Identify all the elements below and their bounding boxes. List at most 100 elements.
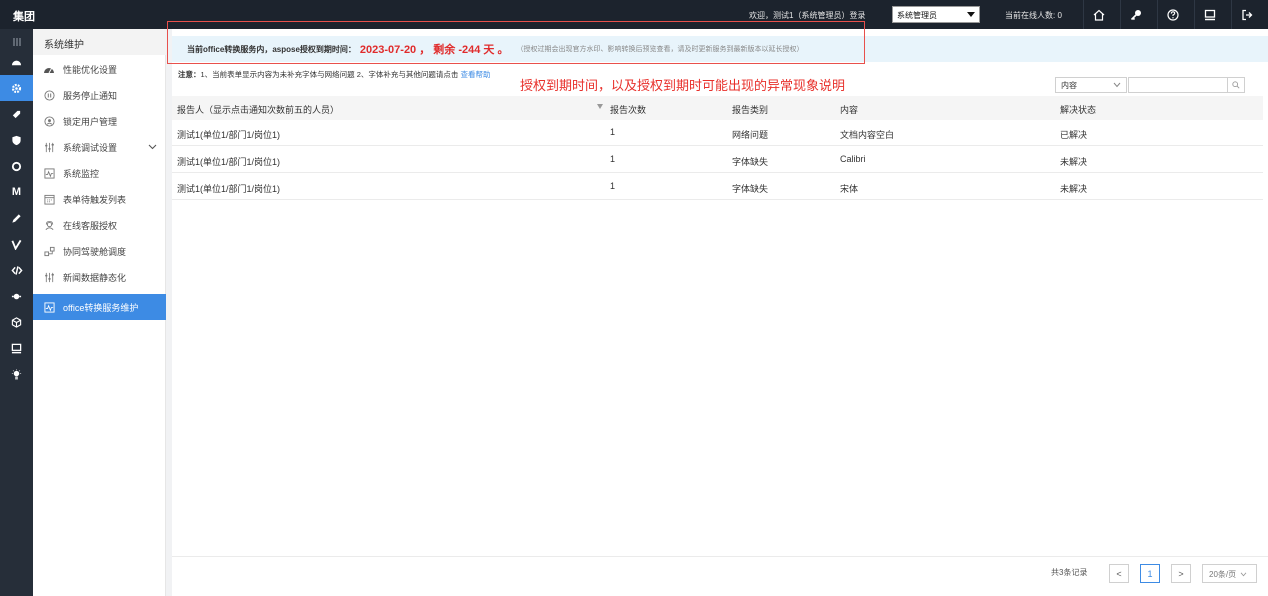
rail-check[interactable] <box>0 231 33 257</box>
page-1-button[interactable]: 1 <box>1140 564 1160 583</box>
sidebar-item-debug-settings[interactable]: 系统调试设置 <box>33 134 166 160</box>
sidebar-item-locked-users[interactable]: 锁定用户管理 <box>33 108 166 134</box>
rail-code[interactable] <box>0 257 33 283</box>
rail-tag[interactable] <box>0 101 33 127</box>
sidebar-item-news-static[interactable]: 新闻数据静态化 <box>33 264 166 290</box>
rail-plug[interactable] <box>0 283 33 309</box>
sliders-icon <box>43 271 55 283</box>
sidebar-item-label: 表单待触发列表 <box>63 194 127 205</box>
cell-content: 文档内容空白 <box>840 130 895 140</box>
sidebar-item-label: 服务停止通知 <box>63 90 118 101</box>
rail-m[interactable]: M <box>0 179 33 205</box>
cube-icon <box>11 316 22 328</box>
cell-count: 1 <box>610 181 616 191</box>
header-status[interactable]: 解决状态 <box>1060 103 1096 116</box>
monitor-button[interactable] <box>1194 0 1224 29</box>
check-icon <box>11 239 22 250</box>
pagination: 共3条记录 < 1 > 20条/页 <box>172 556 1268 596</box>
search-input[interactable] <box>1128 77 1245 93</box>
rail-edit[interactable] <box>0 205 33 231</box>
rail-cube[interactable] <box>0 309 33 335</box>
sidebar-item-label: 协同驾驶舱调度 <box>63 246 127 257</box>
sidebar-item-cockpit-schedule[interactable]: 协同驾驶舱调度 <box>33 238 166 264</box>
sidebar-item-label: 锁定用户管理 <box>63 116 118 127</box>
table-header: 报告人（显示点击通知次数前五的人员） 报告次数 报告类别 内容 解决状态 <box>172 96 1263 120</box>
rail-bulb[interactable] <box>0 361 33 387</box>
gauge-icon <box>43 63 55 75</box>
chevron-down-icon <box>148 142 157 152</box>
tag-icon <box>12 110 21 118</box>
page-size-select[interactable]: 20条/页 <box>1202 564 1257 583</box>
sidebar-item-monitoring[interactable]: 系统监控 <box>33 160 166 186</box>
brand-title: 集团 <box>13 11 35 23</box>
total-records: 共3条记录 <box>1051 568 1088 577</box>
prev-page-button[interactable]: < <box>1109 564 1129 583</box>
rail-system[interactable] <box>0 75 33 101</box>
key-button[interactable] <box>1120 0 1150 29</box>
sidebar-item-form-trigger-list[interactable]: 表单待触发列表 <box>33 186 166 212</box>
bulb-icon <box>11 368 22 379</box>
sidebar-item-service-stop[interactable]: 服务停止通知 <box>33 82 166 108</box>
pulse-icon <box>43 301 55 313</box>
cell-status: 未解决 <box>1060 184 1088 194</box>
header-reporter[interactable]: 报告人（显示点击通知次数前五的人员） <box>177 103 339 116</box>
monitor-icon <box>11 343 22 353</box>
shield-icon <box>12 135 21 145</box>
sidebar-item-label: 性能优化设置 <box>63 64 118 75</box>
logout-button[interactable] <box>1231 0 1261 29</box>
search-button[interactable] <box>1227 78 1244 92</box>
support-icon <box>43 219 55 231</box>
cell-reporter: 测试1(单位1/部门1/岗位1) <box>177 157 281 167</box>
dashboard-icon <box>11 60 22 65</box>
header-content[interactable]: 内容 <box>840 103 858 116</box>
header-report-type[interactable]: 报告类别 <box>732 103 768 116</box>
caret-down-icon <box>967 12 975 17</box>
logout-icon <box>1241 9 1252 20</box>
home-button[interactable] <box>1083 0 1113 29</box>
sidebar-item-label: 系统调试设置 <box>63 142 118 153</box>
role-select[interactable]: 系统管理员 <box>892 6 980 23</box>
help-icon <box>1166 8 1179 21</box>
page-size-value: 20条/页 <box>1209 570 1237 579</box>
user-lock-icon <box>43 115 55 127</box>
cell-type: 网络问题 <box>732 130 769 140</box>
notice: 注意：1、当前表单显示内容为未补充字体与网络问题 2、字体补充与其他问题请点击 … <box>178 69 491 80</box>
cell-reporter: 测试1(单位1/部门1/岗位1) <box>177 130 281 140</box>
help-link[interactable]: 查看帮助 <box>461 70 491 79</box>
rail-monitor[interactable] <box>0 335 33 361</box>
m-icon: M <box>11 186 22 198</box>
sidebar-item-performance[interactable]: 性能优化设置 <box>33 56 166 82</box>
plug-icon <box>11 293 22 299</box>
search-icon <box>1232 81 1240 89</box>
online-count: 当前在线人数: 0 <box>1005 11 1062 20</box>
table-row[interactable]: 测试1(单位1/部门1/岗位1) 1 字体缺失 Calibri 未解决 <box>172 147 1263 173</box>
chevron-left-icon: < <box>1116 568 1122 579</box>
sidebar-item-label: office转换服务维护 <box>63 302 139 313</box>
table-row[interactable]: 测试1(单位1/部门1/岗位1) 1 网络问题 文档内容空白 已解决 <box>172 120 1263 146</box>
role-select-value: 系统管理员 <box>897 11 937 20</box>
sort-icon[interactable] <box>597 104 603 109</box>
cell-content: Calibri <box>840 154 866 164</box>
sidebar-item-label: 在线客服授权 <box>63 220 118 231</box>
cell-type: 字体缺失 <box>732 157 769 167</box>
sidebar-item-office-service[interactable]: office转换服务维护 <box>33 294 166 320</box>
pulse-icon <box>43 167 55 179</box>
sliders-icon <box>43 141 55 153</box>
help-button[interactable] <box>1157 0 1187 29</box>
rail-security[interactable] <box>0 127 33 153</box>
sidebar-item-online-support[interactable]: 在线客服授权 <box>33 212 166 238</box>
chevron-down-icon <box>1241 572 1247 577</box>
highlight-box <box>167 21 865 64</box>
welcome-text: 欢迎，测试1（系统管理员）登录 <box>749 11 866 20</box>
search-field-select[interactable]: 内容 <box>1055 77 1127 93</box>
code-icon <box>10 265 23 275</box>
rail-dashboard[interactable] <box>0 49 33 75</box>
share-icon <box>43 245 55 257</box>
search-field-value: 内容 <box>1061 81 1077 90</box>
header-report-count[interactable]: 报告次数 <box>610 103 646 116</box>
next-page-button[interactable]: > <box>1171 564 1191 583</box>
table-row[interactable]: 测试1(单位1/部门1/岗位1) 1 字体缺失 宋体 未解决 <box>172 174 1263 200</box>
sidebar-item-label: 新闻数据静态化 <box>63 272 127 283</box>
rail-gear[interactable] <box>0 153 33 179</box>
module-rail: M <box>0 29 33 596</box>
